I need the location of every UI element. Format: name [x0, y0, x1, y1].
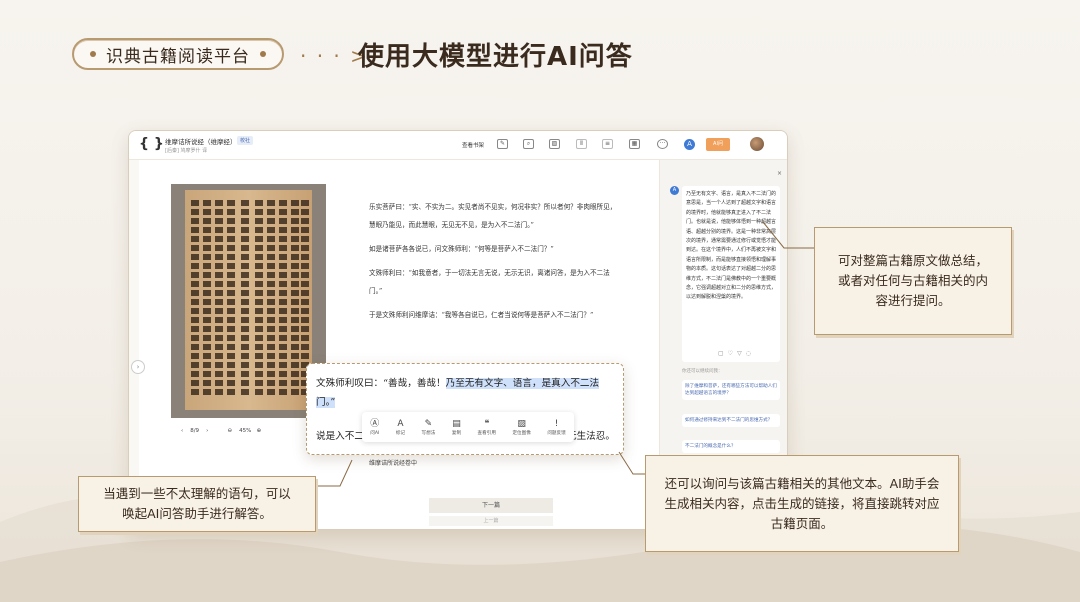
callout-ask: 当遇到一些不太理解的语句，可以唤起AI问答助手进行解答。: [78, 476, 316, 532]
callout-summary: 可对整篇古籍原文做总结，或者对任何与古籍相关的内容进行提问。: [814, 227, 1012, 335]
callout-related: 还可以询问与该篇古籍相关的其他文本。AI助手会生成相关内容，点击生成的链接，将直…: [645, 455, 959, 552]
callout-text: 还可以询问与该篇古籍相关的其他文本。AI助手会生成相关内容，点击生成的链接，将直…: [664, 475, 940, 531]
callout-text: 可对整篇古籍原文做总结，或者对任何与古籍相关的内容进行提问。: [837, 253, 988, 308]
callout-text: 当遇到一些不太理解的语句，可以唤起AI问答助手进行解答。: [103, 486, 291, 521]
